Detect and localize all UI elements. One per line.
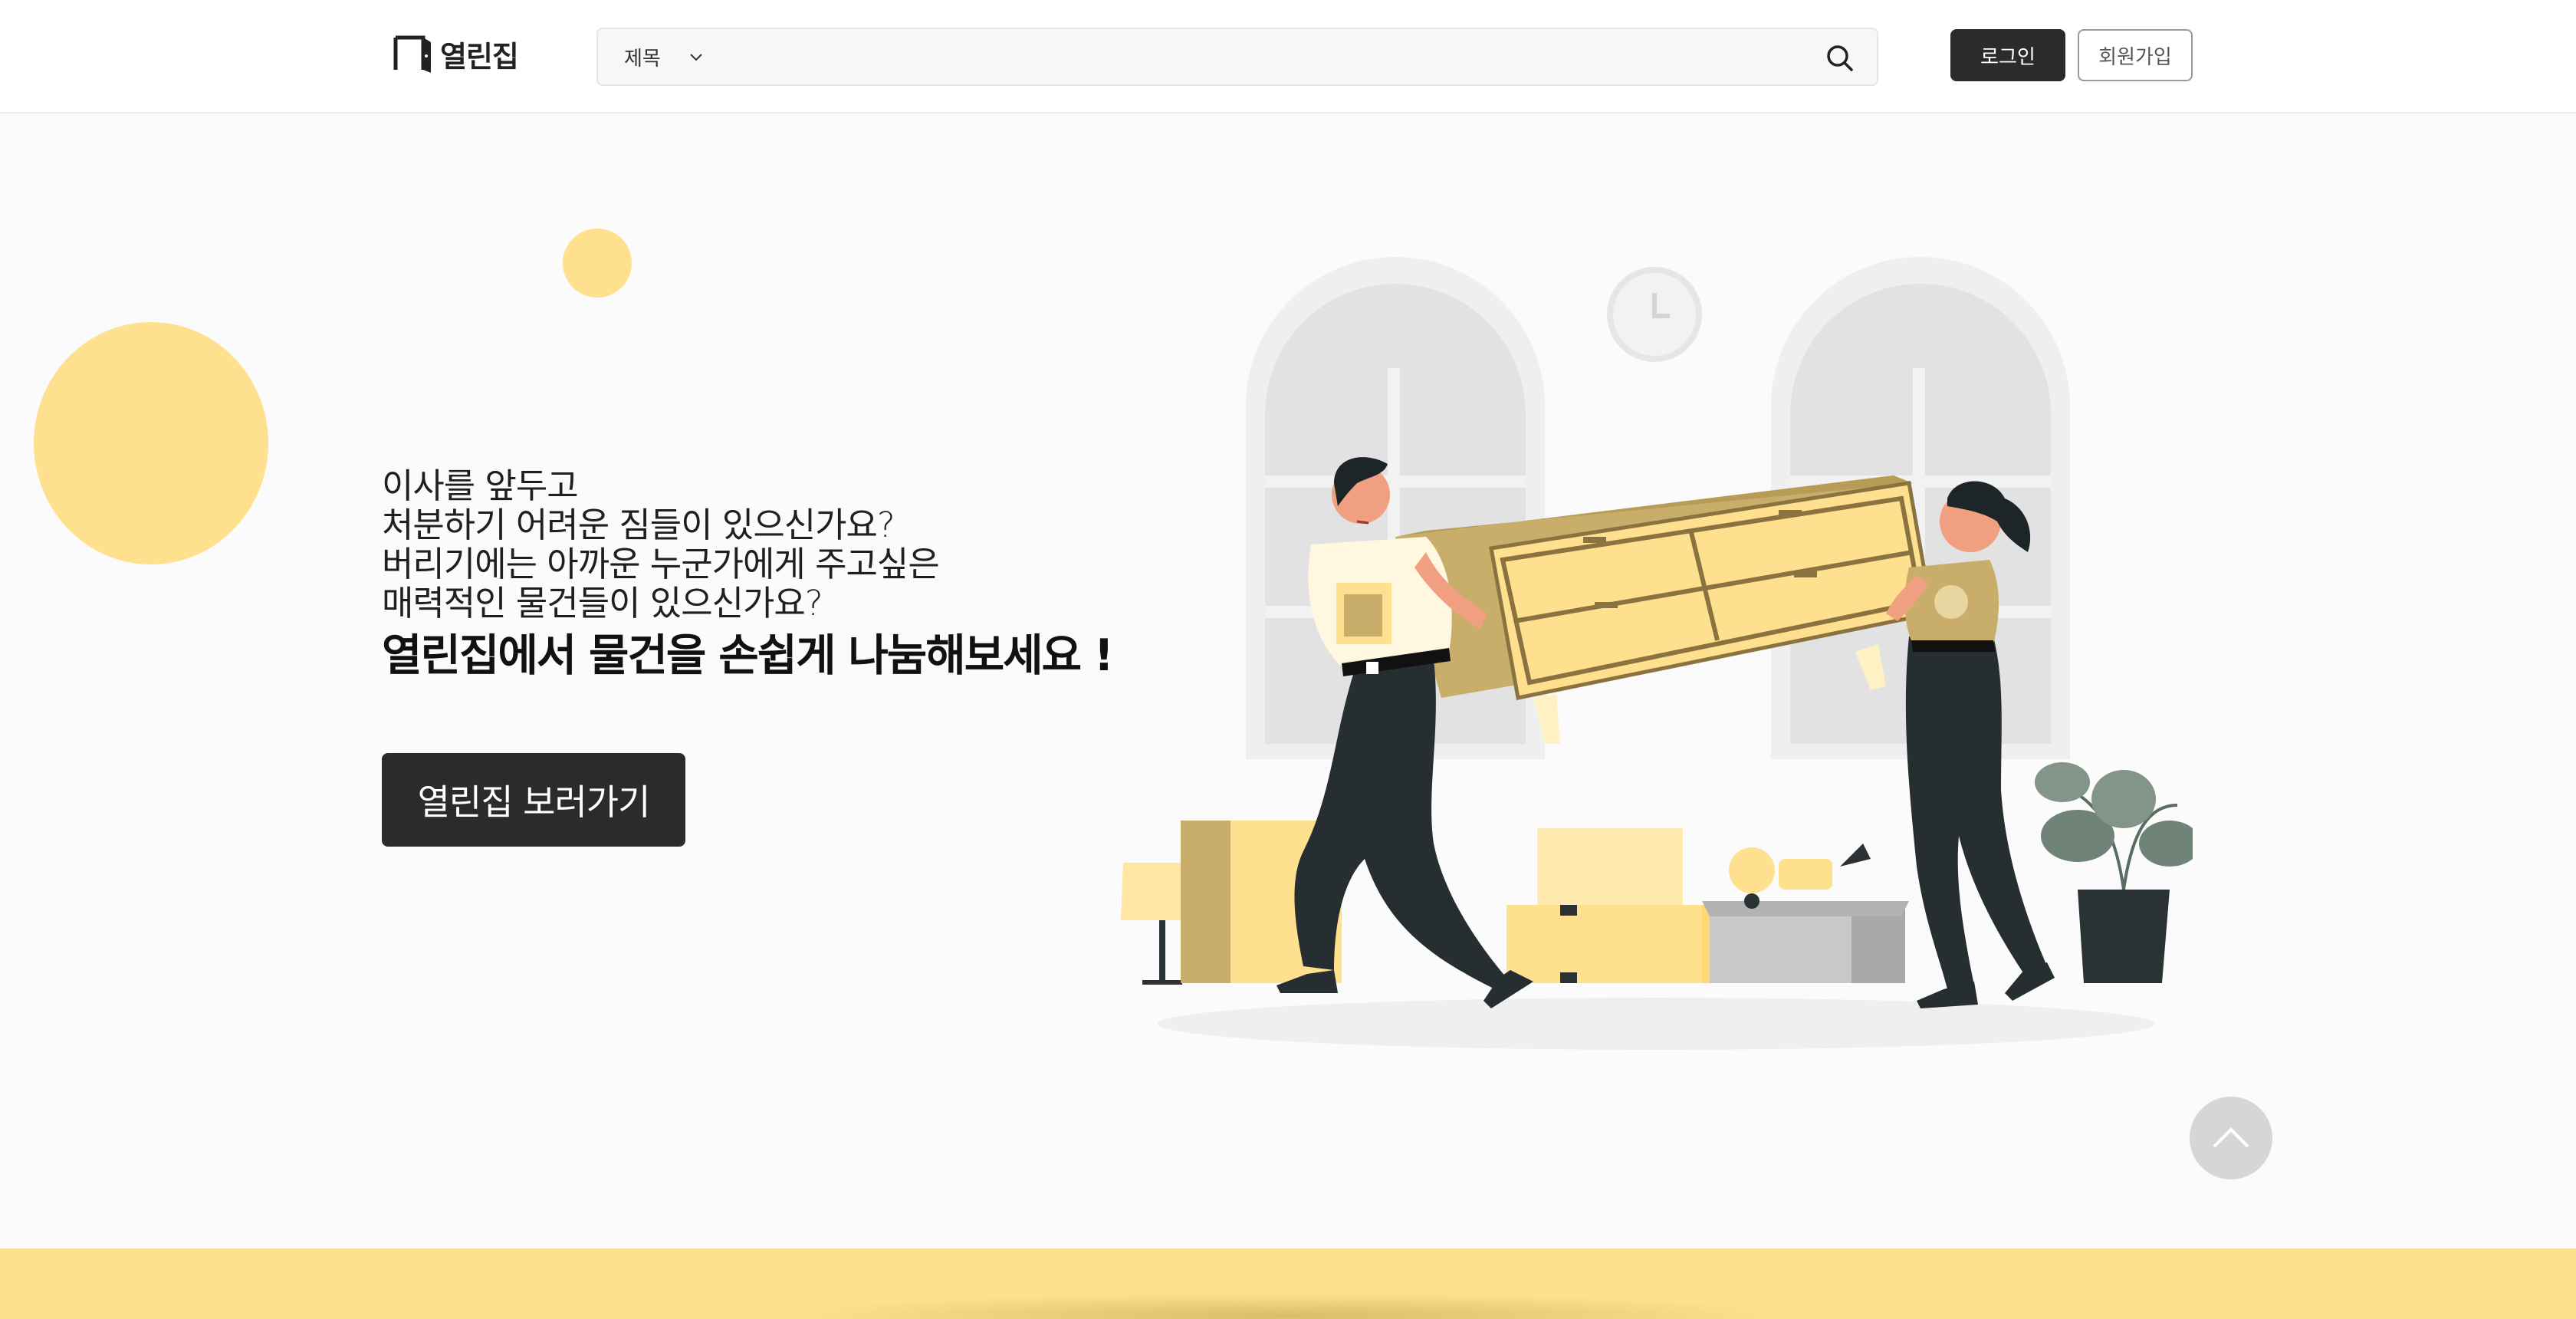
moving-illustration xyxy=(1121,257,2193,1050)
logo-text: 열린집 xyxy=(440,39,519,74)
site-logo[interactable]: 열린집 xyxy=(393,31,519,77)
door-logo-icon xyxy=(393,35,431,73)
hero-line-3: 버리기에는 아까운 누군가에게 주고싶은 xyxy=(382,544,940,584)
band-shadow xyxy=(782,1293,1794,1319)
hero-text: 이사를 앞두고 처분하기 어려운 짐들이 있으신가요? 버리기에는 아까운 누군… xyxy=(382,466,1225,687)
decor-circle-large xyxy=(34,322,268,564)
chevron-up-icon xyxy=(2213,1127,2249,1148)
hero-line-2: 처분하기 어려운 짐들이 있으신가요? xyxy=(382,505,895,545)
search-input[interactable] xyxy=(767,37,1641,77)
hero-line-4: 매력적인 물건들이 있으신가요? xyxy=(382,583,823,623)
hero-line-1: 이사를 앞두고 xyxy=(382,465,579,506)
floor-shadow xyxy=(1158,998,2154,1050)
site-header: 열린집 제목 로그인 회원가입 xyxy=(0,0,2576,113)
toolbox xyxy=(1702,844,1909,983)
clock-icon xyxy=(1607,267,1702,362)
scroll-top-button[interactable] xyxy=(2190,1097,2272,1179)
signup-button[interactable]: 회원가입 xyxy=(2078,29,2193,81)
decor-circle-small xyxy=(563,229,632,298)
login-button[interactable]: 로그인 xyxy=(1950,29,2065,81)
chevron-down-icon xyxy=(690,54,702,61)
search-icon[interactable] xyxy=(1825,43,1855,74)
bottom-section-band xyxy=(0,1248,2576,1319)
search-bar: 제목 xyxy=(596,28,1878,86)
search-type-value: 제목 xyxy=(624,47,661,71)
browse-button[interactable]: 열린집 보러가기 xyxy=(382,753,685,847)
search-type-select[interactable]: 제목 xyxy=(624,29,705,84)
hero-headline: 열린집에서 물건을 손쉽게 나눔해보세요 ! xyxy=(382,630,1114,681)
potted-plant xyxy=(2035,762,2193,983)
